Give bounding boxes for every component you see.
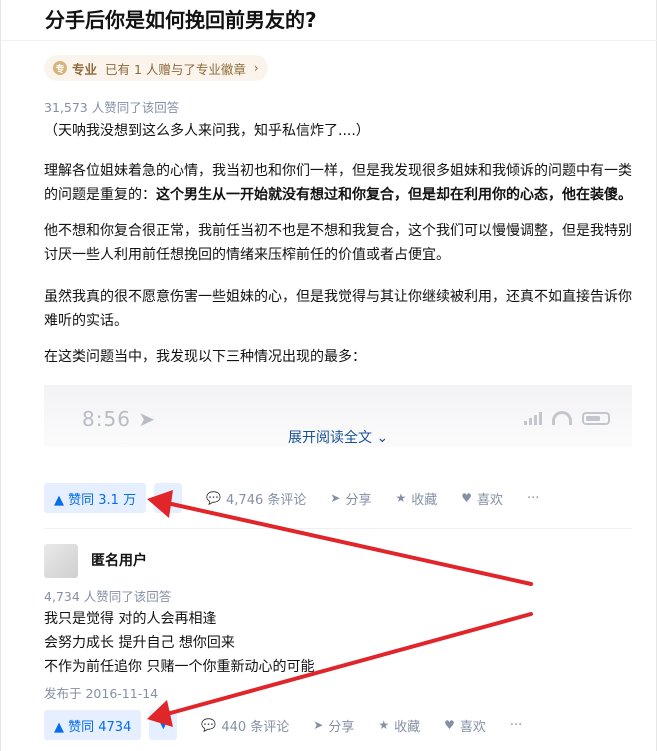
answer1-share-button[interactable]: ➤ 分享 [330,489,371,508]
answer2-share-button[interactable]: ➤ 分享 [313,716,354,735]
preview-clock: 8:56 ➤ [82,407,157,431]
annotation-arrow-1 [165,501,533,586]
answer1-paragraph-4: 虽然我真的很不愿意伤害一些姐妹的心，但是我觉得与其让你继续被利用，还真不如直接告… [44,289,632,329]
comment-icon: 💬 [206,491,222,505]
answer1-paragraph-5: 在这类问题当中，我发现以下三种情况出现的最多： [44,349,366,365]
star-icon: ★ [378,718,390,732]
star-icon: ★ [395,491,407,505]
answer2-line-3: 不作为前任追你 只赌一个你重新动心的可能 [44,659,315,675]
avatar[interactable] [44,544,78,578]
answer2-action-bar: ▲ 赞同 4734 ▼ 💬 440 条评论 ➤ 分享 ★ 收藏 ♥ 喜欢 ··· [44,709,522,741]
page-frame: 分手后你是如何挽回前男友的? 专 专业 已有 1 人赠与了专业徽章 › 31,5… [0,0,657,751]
answer1-action-bar: ▲ 赞同 3.1 万 ▼ 💬 4,746 条评论 ➤ 分享 ★ 收藏 ♥ 喜欢 … [44,482,539,514]
answer2-like-label: 喜欢 [459,719,486,735]
answer2-author-name[interactable]: 匿名用户 [91,550,147,570]
wifi-icon [552,411,572,425]
badge-label: 专业 [72,61,98,77]
answer1-share-label: 分享 [345,492,372,508]
answer2-line-1: 我只是觉得 对的人会再相逢 [44,611,217,627]
heart-icon: ♥ [444,718,455,732]
share-icon: ➤ [313,718,324,732]
professional-badge[interactable]: 专 专业 已有 1 人赠与了专业徽章 › [44,55,268,81]
answer1-vote-down-button[interactable]: ▼ [154,483,183,513]
question-title[interactable]: 分手后你是如何挽回前男友的? [45,8,317,32]
answer1-votes-line[interactable]: 31,573 人赞同了该回答 [44,97,179,116]
signal-icon [524,412,542,425]
answer1-paragraph-2: 理解各位姐妹着急的心情，我当初也和你们一样，但是我发现很多姐妹和我倾诉的问题中有… [44,159,636,207]
answer1-comments-button[interactable]: 💬 4,746 条评论 [206,489,306,508]
answer1-favorite-label: 收藏 [411,492,438,508]
answer2-like-button[interactable]: ♥ 喜欢 [444,716,486,735]
answer2-comments-button[interactable]: 💬 440 条评论 [201,716,289,735]
answer2-votes-line[interactable]: 4,734 人赞同了该回答 [44,586,171,605]
badge-icon: 专 [53,61,67,75]
expand-full-answer-button[interactable]: 展开阅读全文 ⌄ [288,427,388,447]
comment-icon: 💬 [201,718,217,732]
answer1-more-button[interactable]: ··· [527,491,539,506]
answer1-comments-label: 4,746 条评论 [226,492,307,508]
answer2-comments-label: 440 条评论 [221,719,290,735]
chevron-right-icon: › [253,61,259,75]
answer2-more-button[interactable]: ··· [510,718,522,733]
answer1-like-button[interactable]: ♥ 喜欢 [461,489,503,508]
share-icon: ➤ [330,491,341,505]
title-divider [1,40,657,41]
answer2-share-label: 分享 [328,719,355,735]
answer2-favorite-button[interactable]: ★ 收藏 [378,716,420,735]
answer2-vote-up-button[interactable]: ▲ 赞同 4734 [44,710,142,740]
answer1-paragraph-1: （天呐我没想到这么多人来问我，知乎私信炸了....） [44,123,370,139]
answer1-paragraph-2-bold: 这个男生从一开始就没有想过和你复合，但是却在利用你的心态，他在装傻。 [156,187,632,203]
heart-icon: ♥ [461,491,473,505]
answer1-vote-up-button[interactable]: ▲ 赞同 3.1 万 [44,483,147,513]
answer-divider [44,528,632,529]
answer1-paragraph-3: 他不想和你复合很正常，我前任当初不也是不想和我复合，这个我们可以慢慢调整，但是我… [44,223,632,263]
answer2-published-date[interactable]: 发布于 2016-11-14 [44,683,158,702]
preview-status-icons [524,411,610,425]
answer1-favorite-button[interactable]: ★ 收藏 [395,489,437,508]
answer2-favorite-label: 收藏 [394,719,421,735]
battery-icon [582,412,610,425]
answer1-like-label: 喜欢 [477,492,504,508]
answer2-vote-down-button[interactable]: ▼ [149,710,178,740]
badge-text: 已有 1 人赠与了专业徽章 [105,61,246,77]
answer2-line-2: 会努力成长 提升自己 想你回来 [44,635,235,651]
